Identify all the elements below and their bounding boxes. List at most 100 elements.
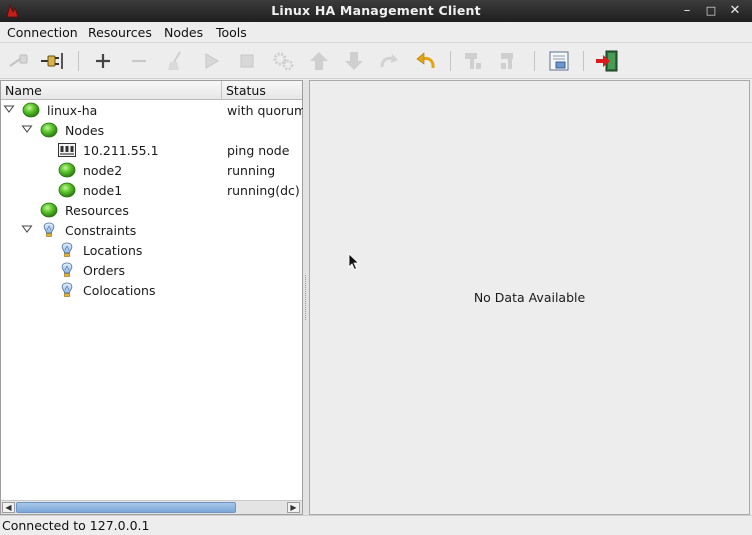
tree-row-colocations[interactable]: Colocations [1,280,302,300]
ping-node-icon [58,142,76,158]
tree-header: Name Status [1,81,302,100]
start-icon [205,53,219,69]
view-log-button[interactable] [546,49,572,73]
cleanup-button[interactable] [162,49,188,73]
constraint-icon [58,282,76,298]
column-divider[interactable] [221,81,222,100]
remove-button[interactable] [126,49,152,73]
maximize-icon: □ [705,4,717,17]
scroll-right-button[interactable]: ▶ [287,502,300,513]
toolbar-separator [534,51,535,71]
migrate-button[interactable] [270,49,296,73]
tree-row-node1[interactable]: node1 running(dc) [1,180,302,200]
tree-row-node2[interactable]: node2 running [1,160,302,180]
tree-row-label: Constraints [65,223,137,238]
toolbar-separator [78,51,79,71]
window-title: Linux HA Management Client [271,3,481,18]
menu-nodes[interactable]: Nodes [164,25,203,40]
minimize-button[interactable]: – [678,2,696,20]
standby-button[interactable] [460,49,486,73]
remove-icon [132,59,146,63]
close-button[interactable]: ✕ [726,2,744,20]
tree-row-resources[interactable]: Resources [1,200,302,220]
view-log-icon [549,51,569,71]
green-status-icon [58,182,76,198]
expander-expanded-icon[interactable] [21,223,33,235]
tree-row-status: running [227,163,276,178]
active-button[interactable] [496,49,522,73]
tree-row-label: node1 [83,183,123,198]
green-status-icon [58,162,76,178]
expander-expanded-icon[interactable] [3,103,15,115]
tree-row-label: Orders [83,263,126,278]
green-status-icon [40,122,58,138]
disconnect-button[interactable] [6,49,32,73]
gears-icon [273,52,294,71]
toolbar [0,43,752,79]
tree-row-label: Colocations [83,283,156,298]
connect-icon [41,53,63,69]
tree-row-label: 10.211.55.1 [83,143,159,158]
scroll-left-button[interactable]: ◀ [2,502,15,513]
tree-row-nodes[interactable]: Nodes [1,120,302,140]
redo-button[interactable] [376,49,402,73]
chevron-right-icon: ▶ [290,503,297,512]
splitter-grip-icon [305,275,307,320]
move-down-icon [345,52,363,70]
standby-icon [465,53,481,69]
toolbar-separator [583,51,584,71]
connect-button[interactable] [40,49,66,73]
cleanup-broom-icon [168,51,181,70]
tree-row-label: node2 [83,163,123,178]
title-bar: Linux HA Management Client – □ ✕ [0,0,752,22]
cluster-tree-pane: Name Status linux-ha with quorum Nodes 1… [0,80,306,515]
close-icon: ✕ [729,3,741,18]
connection-status-text: Connected to 127.0.0.1 [2,518,150,533]
move-up-button[interactable] [306,49,332,73]
tree-row-status: running(dc) [227,183,300,198]
expander-expanded-icon[interactable] [21,123,33,135]
scrollbar-thumb[interactable] [16,502,236,513]
column-header-name[interactable]: Name [5,83,42,98]
constraint-icon [58,262,76,278]
constraint-icon [40,222,58,238]
tree-row-orders[interactable]: Orders [1,260,302,280]
stop-button[interactable] [233,49,259,73]
no-data-message: No Data Available [473,290,586,305]
move-down-button[interactable] [341,49,367,73]
constraint-icon [58,242,76,258]
active-icon [501,53,513,69]
add-icon [96,54,110,68]
menu-connection[interactable]: Connection [7,25,78,40]
tree-row-label: Locations [83,243,143,258]
tree-row-constraints[interactable]: Constraints [1,220,302,240]
menu-resources[interactable]: Resources [88,25,152,40]
tree-row-ping-node[interactable]: 10.211.55.1 ping node [1,140,302,160]
undo-icon [416,52,435,69]
tree-row-locations[interactable]: Locations [1,240,302,260]
green-status-icon [40,202,58,218]
exit-button[interactable] [594,49,620,73]
move-up-icon [310,52,328,70]
stop-icon [240,54,254,68]
redo-icon [380,54,398,68]
exit-icon [596,50,618,72]
tree-row-status: with quorum [227,103,307,118]
column-header-status[interactable]: Status [226,83,266,98]
maximize-button[interactable]: □ [702,2,720,20]
menu-bar: Connection Resources Nodes Tools [0,22,752,43]
tree-row-label: Nodes [65,123,105,138]
status-bar: Connected to 127.0.0.1 [0,515,752,535]
menu-tools[interactable]: Tools [216,25,247,40]
minimize-icon: – [683,3,691,18]
tree-row-label: Resources [65,203,129,218]
undo-button[interactable] [413,49,439,73]
tree-row-linux-ha[interactable]: linux-ha with quorum [1,100,306,120]
mouse-pointer-icon [348,253,360,271]
tree-row-label: linux-ha [47,103,98,118]
toolbar-separator [450,51,451,71]
add-button[interactable] [90,49,116,73]
horizontal-scrollbar[interactable]: ◀ ▶ [1,500,302,514]
start-button[interactable] [198,49,224,73]
chevron-left-icon: ◀ [5,503,12,512]
